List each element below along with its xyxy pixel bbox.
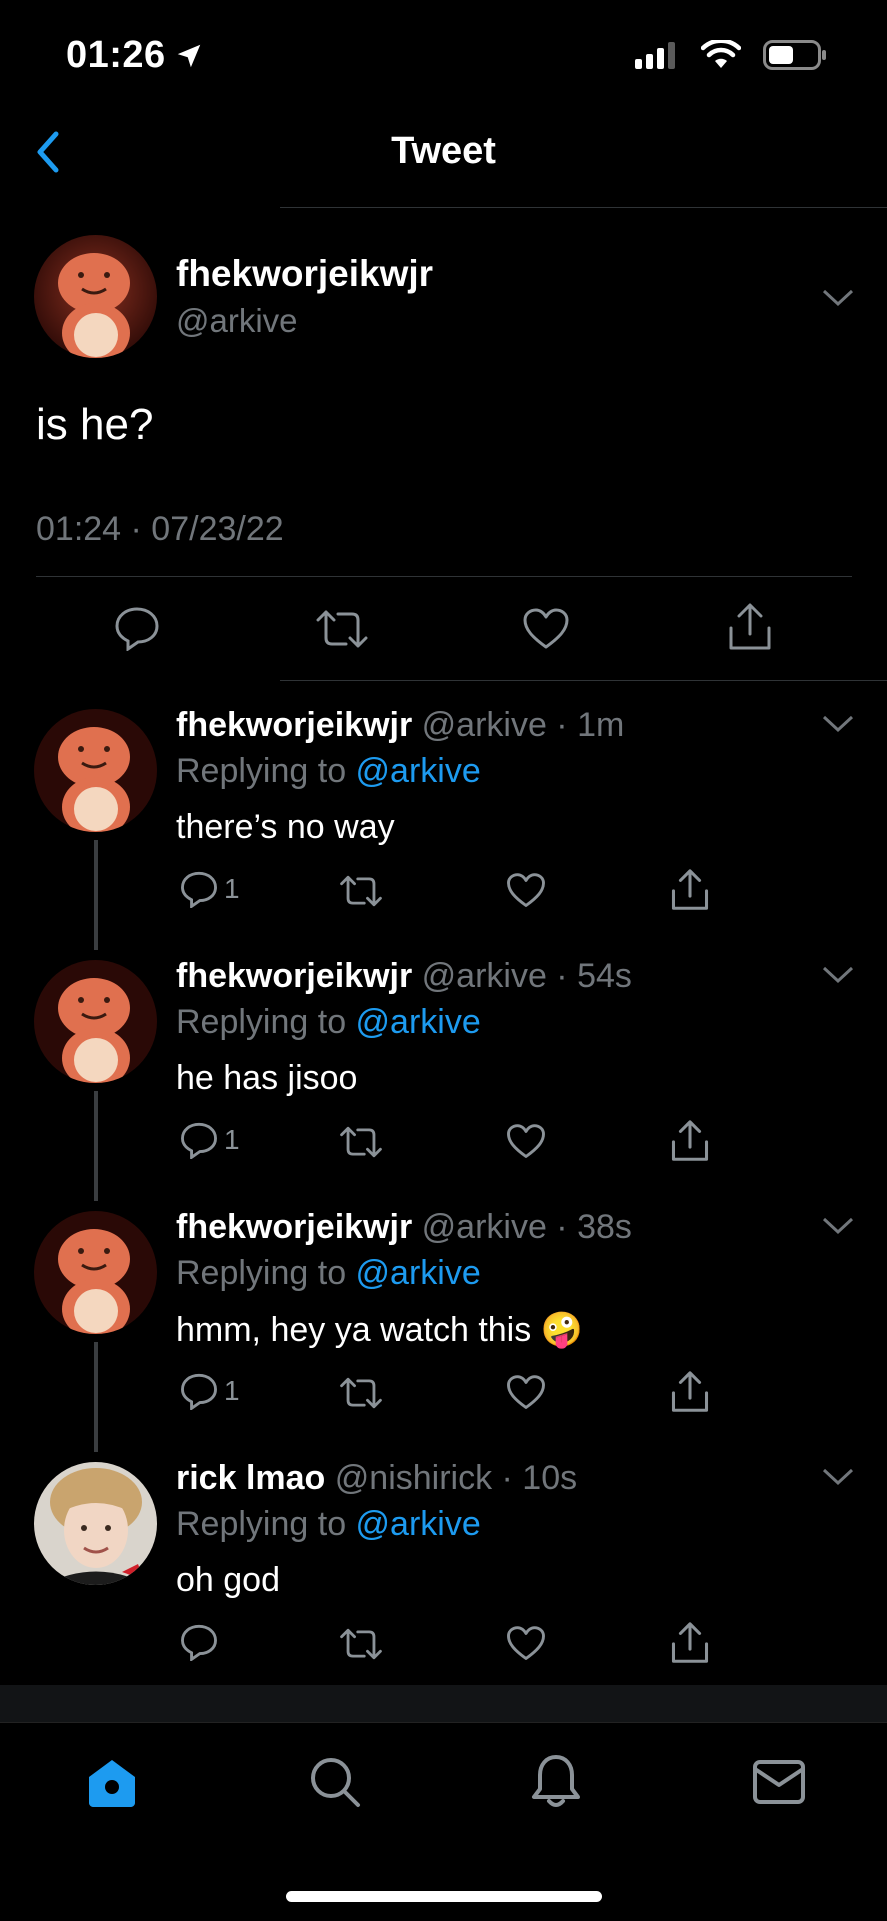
clock-text: 01:26 xyxy=(66,34,166,76)
like-heart-icon[interactable] xyxy=(506,1374,546,1411)
author-handle[interactable]: @arkive xyxy=(176,302,298,340)
reply-text: he has jisoo xyxy=(176,1059,358,1097)
reply-header: fhekworjeikwjr @arkive · 54s xyxy=(176,957,632,996)
home-icon[interactable] xyxy=(86,1757,138,1809)
status-icons xyxy=(635,40,827,70)
chevron-down-icon[interactable] xyxy=(821,288,855,308)
like-heart-icon[interactable] xyxy=(506,872,546,909)
reply-author-name[interactable]: fhekworjeikwjr xyxy=(176,957,412,995)
avatar[interactable] xyxy=(34,1211,157,1334)
reply-icon[interactable] xyxy=(114,605,160,651)
retweet-icon[interactable] xyxy=(338,1125,384,1159)
avatar[interactable] xyxy=(34,960,157,1083)
replying-prefix: Replying to xyxy=(176,752,356,790)
reply-meta: @arkive · 38s xyxy=(421,1208,632,1246)
replying-handle-link[interactable]: @arkive xyxy=(356,752,481,790)
reply-author-name[interactable]: fhekworjeikwjr xyxy=(176,706,412,744)
replying-to: Replying to @arkive xyxy=(176,1505,481,1544)
reply-icon[interactable] xyxy=(180,1623,218,1661)
home-indicator[interactable] xyxy=(286,1891,602,1902)
status-time: 01:26 xyxy=(66,34,204,77)
tweet-text: is he? xyxy=(36,400,154,449)
mail-icon[interactable] xyxy=(752,1759,806,1805)
chevron-down-icon[interactable] xyxy=(821,1467,855,1487)
reply-author-name[interactable]: rick lmao xyxy=(176,1459,325,1497)
reply-icon[interactable] xyxy=(180,1121,218,1159)
replying-prefix: Replying to xyxy=(176,1254,356,1292)
retweet-icon[interactable] xyxy=(338,874,384,908)
replying-handle-link[interactable]: @arkive xyxy=(356,1254,481,1292)
replying-to: Replying to @arkive xyxy=(176,1254,481,1293)
replying-to: Replying to @arkive xyxy=(176,752,481,791)
reply-meta: @arkive · 54s xyxy=(421,957,632,995)
replying-prefix: Replying to xyxy=(176,1505,356,1543)
reply-text: oh god xyxy=(176,1561,280,1599)
chevron-down-icon[interactable] xyxy=(821,965,855,985)
replying-handle-link[interactable]: @arkive xyxy=(356,1003,481,1041)
reply-count: 1 xyxy=(224,873,240,904)
bell-icon[interactable] xyxy=(530,1753,582,1811)
share-icon[interactable] xyxy=(670,868,710,912)
reply-author-name[interactable]: fhekworjeikwjr xyxy=(176,1208,412,1246)
reply-header: fhekworjeikwjr @arkive · 38s xyxy=(176,1208,632,1247)
replying-handle-link[interactable]: @arkive xyxy=(356,1505,481,1543)
page-title: Tweet xyxy=(391,130,496,172)
thread-line xyxy=(94,1342,98,1452)
reply-meta: @arkive · 1m xyxy=(421,706,625,744)
reply-action[interactable]: 1 xyxy=(180,1372,240,1410)
replying-prefix: Replying to xyxy=(176,1003,356,1041)
thread-line xyxy=(94,1091,98,1201)
avatar[interactable] xyxy=(34,235,157,358)
reply-count: 1 xyxy=(224,1124,240,1155)
retweet-icon[interactable] xyxy=(338,1627,384,1661)
replying-to: Replying to @arkive xyxy=(176,1003,481,1042)
tweet-timestamp: 01:24 · 07/23/22 xyxy=(36,510,284,548)
search-icon[interactable] xyxy=(308,1755,362,1809)
reply-header: rick lmao @nishirick · 10s xyxy=(176,1459,577,1498)
retweet-icon[interactable] xyxy=(314,608,370,650)
share-icon[interactable] xyxy=(670,1370,710,1414)
cellular-signal-icon xyxy=(635,42,675,69)
battery-icon xyxy=(763,40,826,70)
wifi-icon xyxy=(701,40,741,68)
timestamp-divider xyxy=(36,576,852,577)
location-arrow-icon xyxy=(177,44,200,67)
reply-action[interactable] xyxy=(180,1623,224,1661)
retweet-icon[interactable] xyxy=(338,1376,384,1410)
header-divider xyxy=(280,207,887,208)
reply-icon[interactable] xyxy=(180,870,218,908)
avatar[interactable] xyxy=(34,709,157,832)
actions-divider xyxy=(280,680,887,681)
reply-action[interactable]: 1 xyxy=(180,1121,240,1159)
reply-text: there’s no way xyxy=(176,808,395,846)
share-icon[interactable] xyxy=(670,1621,710,1665)
reply-composer-strip xyxy=(0,1685,887,1722)
reply-meta: @nishirick · 10s xyxy=(334,1459,578,1497)
reply-icon[interactable] xyxy=(180,1372,218,1410)
reply-count: 1 xyxy=(224,1375,240,1406)
reply-header: fhekworjeikwjr @arkive · 1m xyxy=(176,706,624,745)
avatar[interactable] xyxy=(34,1462,157,1585)
share-icon[interactable] xyxy=(670,1119,710,1163)
share-icon[interactable] xyxy=(727,602,773,652)
reply-action[interactable]: 1 xyxy=(180,870,240,908)
like-heart-icon[interactable] xyxy=(506,1625,546,1662)
reply-text: hmm, hey ya watch this 🤪 xyxy=(176,1311,584,1349)
chevron-down-icon[interactable] xyxy=(821,1216,855,1236)
thread-line xyxy=(94,840,98,950)
like-heart-icon[interactable] xyxy=(506,1123,546,1160)
like-heart-icon[interactable] xyxy=(522,607,570,651)
chevron-down-icon[interactable] xyxy=(821,714,855,734)
author-name[interactable]: fhekworjeikwjr xyxy=(176,253,433,295)
